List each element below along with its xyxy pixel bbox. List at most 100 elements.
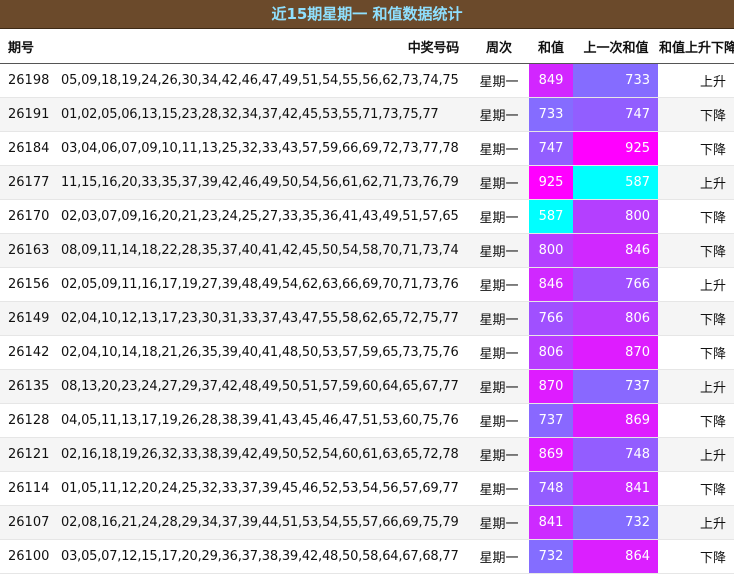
table-row: 26184 03,04,06,07,09,10,11,13,25,32,33,43… xyxy=(0,131,734,166)
trend-cell: 上升 xyxy=(658,63,734,98)
trend-cell: 上升 xyxy=(658,369,734,404)
trend-cell: 下降 xyxy=(658,539,734,574)
table-row: 26177 11,15,16,20,33,35,37,39,42,46,49,50… xyxy=(0,165,734,200)
table-body: 26198 05,09,18,19,24,26,30,34,42,46,47,49… xyxy=(0,63,734,574)
table-header-row: 期号 中奖号码 周次 和值 上一次和值 和值上升下降 xyxy=(0,29,734,64)
table-row: 26198 05,09,18,19,24,26,30,34,42,46,47,49… xyxy=(0,63,734,98)
numbers-cell: 02,05,09,11,16,17,19,27,39,48,49,54,62,6… xyxy=(61,267,469,302)
prev-sum-cell: 800 xyxy=(573,199,658,234)
trend-cell: 下降 xyxy=(658,403,734,438)
issue-cell: 26156 xyxy=(0,267,61,302)
weekday-cell: 星期一 xyxy=(469,63,529,98)
weekday-cell: 星期一 xyxy=(469,131,529,166)
weekday-cell: 星期一 xyxy=(469,335,529,370)
numbers-cell: 03,05,07,12,15,17,20,29,36,37,38,39,42,4… xyxy=(61,539,469,574)
numbers-cell: 01,02,05,06,13,15,23,28,32,34,37,42,45,5… xyxy=(61,97,469,132)
numbers-cell: 04,05,11,13,17,19,26,28,38,39,41,43,45,4… xyxy=(61,403,469,438)
trend-cell: 下降 xyxy=(658,471,734,506)
sum-cell: 925 xyxy=(529,165,573,200)
weekday-cell: 星期一 xyxy=(469,369,529,404)
header-prev-sum: 上一次和值 xyxy=(573,29,658,64)
issue-cell: 26100 xyxy=(0,539,61,574)
weekday-cell: 星期一 xyxy=(469,505,529,540)
table-row: 26135 08,13,20,23,24,27,29,37,42,48,49,50… xyxy=(0,369,734,404)
issue-cell: 26177 xyxy=(0,165,61,200)
sum-cell: 841 xyxy=(529,505,573,540)
issue-cell: 26114 xyxy=(0,471,61,506)
sum-cell: 733 xyxy=(529,97,573,132)
trend-cell: 下降 xyxy=(658,131,734,166)
header-issue: 期号 xyxy=(0,29,61,64)
prev-sum-cell: 841 xyxy=(573,471,658,506)
issue-cell: 26198 xyxy=(0,63,61,98)
page-title: 近15期星期一 和值数据统计 xyxy=(0,0,734,29)
weekday-cell: 星期一 xyxy=(469,403,529,438)
trend-cell: 上升 xyxy=(658,267,734,302)
header-sum: 和值 xyxy=(529,29,573,64)
prev-sum-cell: 587 xyxy=(573,165,658,200)
weekday-cell: 星期一 xyxy=(469,165,529,200)
table-row: 26128 04,05,11,13,17,19,26,28,38,39,41,43… xyxy=(0,403,734,438)
table-row: 26121 02,16,18,19,26,32,33,38,39,42,49,50… xyxy=(0,437,734,472)
numbers-cell: 02,04,10,14,18,21,26,35,39,40,41,48,50,5… xyxy=(61,335,469,370)
issue-cell: 26184 xyxy=(0,131,61,166)
table-row: 26100 03,05,07,12,15,17,20,29,36,37,38,39… xyxy=(0,539,734,574)
issue-cell: 26191 xyxy=(0,97,61,132)
trend-cell: 下降 xyxy=(658,233,734,268)
weekday-cell: 星期一 xyxy=(469,471,529,506)
numbers-cell: 08,09,11,14,18,22,28,35,37,40,41,42,45,5… xyxy=(61,233,469,268)
prev-sum-cell: 806 xyxy=(573,301,658,336)
numbers-cell: 02,16,18,19,26,32,33,38,39,42,49,50,52,5… xyxy=(61,437,469,472)
table-row: 26149 02,04,10,12,13,17,23,30,31,33,37,43… xyxy=(0,301,734,336)
numbers-cell: 02,08,16,21,24,28,29,34,37,39,44,51,53,5… xyxy=(61,505,469,540)
numbers-cell: 03,04,06,07,09,10,11,13,25,32,33,43,57,5… xyxy=(61,131,469,166)
trend-cell: 上升 xyxy=(658,505,734,540)
weekday-cell: 星期一 xyxy=(469,97,529,132)
trend-cell: 上升 xyxy=(658,165,734,200)
table-row: 26114 01,05,11,12,20,24,25,32,33,37,39,45… xyxy=(0,471,734,506)
issue-cell: 26107 xyxy=(0,505,61,540)
sum-cell: 870 xyxy=(529,369,573,404)
prev-sum-cell: 869 xyxy=(573,403,658,438)
prev-sum-cell: 747 xyxy=(573,97,658,132)
sum-cell: 732 xyxy=(529,539,573,574)
table-row: 26170 02,03,07,09,16,20,21,23,24,25,27,33… xyxy=(0,199,734,234)
issue-cell: 26170 xyxy=(0,199,61,234)
issue-cell: 26135 xyxy=(0,369,61,404)
header-numbers: 中奖号码 xyxy=(61,29,469,64)
table-row: 26163 08,09,11,14,18,22,28,35,37,40,41,42… xyxy=(0,233,734,268)
table-row: 26191 01,02,05,06,13,15,23,28,32,34,37,42… xyxy=(0,97,734,132)
sum-cell: 737 xyxy=(529,403,573,438)
table-row: 26156 02,05,09,11,16,17,19,27,39,48,49,54… xyxy=(0,267,734,302)
numbers-cell: 02,04,10,12,13,17,23,30,31,33,37,43,47,5… xyxy=(61,301,469,336)
trend-cell: 下降 xyxy=(658,199,734,234)
weekday-cell: 星期一 xyxy=(469,233,529,268)
trend-cell: 下降 xyxy=(658,301,734,336)
sum-cell: 748 xyxy=(529,471,573,506)
issue-cell: 26142 xyxy=(0,335,61,370)
issue-cell: 26163 xyxy=(0,233,61,268)
header-trend: 和值上升下降 xyxy=(658,29,734,64)
sum-stats-table: 期号 中奖号码 周次 和值 上一次和值 和值上升下降 26198 05,09,18… xyxy=(0,29,734,574)
trend-cell: 上升 xyxy=(658,437,734,472)
prev-sum-cell: 766 xyxy=(573,267,658,302)
numbers-cell: 11,15,16,20,33,35,37,39,42,46,49,50,54,5… xyxy=(61,165,469,200)
table-row: 26107 02,08,16,21,24,28,29,34,37,39,44,51… xyxy=(0,505,734,540)
prev-sum-cell: 737 xyxy=(573,369,658,404)
weekday-cell: 星期一 xyxy=(469,437,529,472)
weekday-cell: 星期一 xyxy=(469,539,529,574)
sum-cell: 869 xyxy=(529,437,573,472)
issue-cell: 26121 xyxy=(0,437,61,472)
weekday-cell: 星期一 xyxy=(469,199,529,234)
weekday-cell: 星期一 xyxy=(469,267,529,302)
issue-cell: 26128 xyxy=(0,403,61,438)
numbers-cell: 08,13,20,23,24,27,29,37,42,48,49,50,51,5… xyxy=(61,369,469,404)
issue-cell: 26149 xyxy=(0,301,61,336)
prev-sum-cell: 870 xyxy=(573,335,658,370)
prev-sum-cell: 925 xyxy=(573,131,658,166)
prev-sum-cell: 732 xyxy=(573,505,658,540)
numbers-cell: 05,09,18,19,24,26,30,34,42,46,47,49,51,5… xyxy=(61,63,469,98)
prev-sum-cell: 748 xyxy=(573,437,658,472)
sum-cell: 587 xyxy=(529,199,573,234)
weekday-cell: 星期一 xyxy=(469,301,529,336)
